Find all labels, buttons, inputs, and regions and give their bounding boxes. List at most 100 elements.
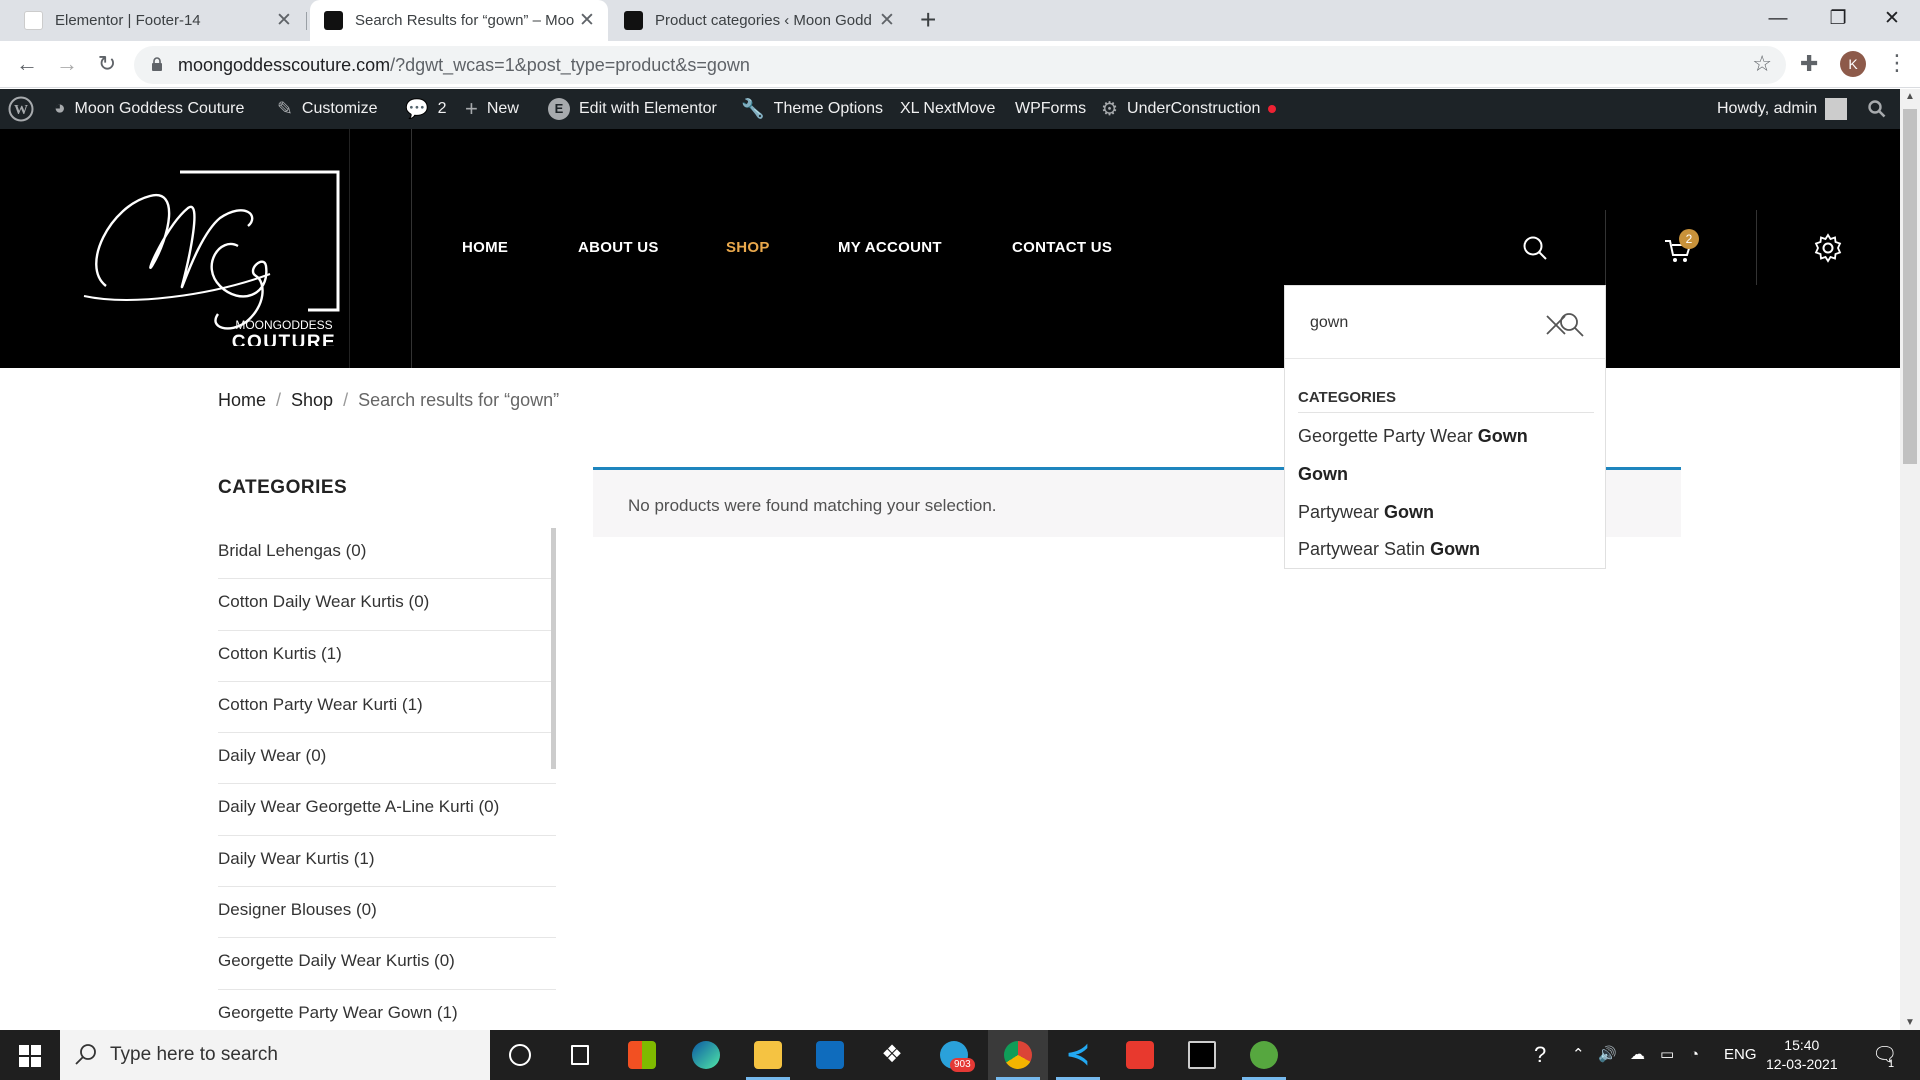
admin-search-button[interactable] [1868, 89, 1886, 129]
vscode-icon: ≺ [1065, 1038, 1091, 1071]
categories-heading: CATEGORIES [218, 477, 348, 498]
tab-product-categories[interactable]: Product categories ‹ Moon Godd ✕ [610, 0, 908, 41]
close-tab-icon[interactable]: ✕ [874, 9, 900, 32]
bookmark-star-icon[interactable]: ☆ [1752, 51, 1772, 77]
search-input[interactable]: gown [1285, 286, 1605, 359]
close-search-icon[interactable] [1545, 304, 1585, 340]
breadcrumb-current: Search results for “gown” [358, 390, 560, 410]
header-search-icon[interactable] [1522, 235, 1548, 261]
taskbar-chrome[interactable] [988, 1030, 1048, 1080]
suggestion-item[interactable]: Partywear Gown [1298, 502, 1434, 523]
nav-shop[interactable]: SHOP [726, 239, 770, 256]
taskbar-dropbox[interactable]: ❖ [864, 1030, 920, 1080]
search-query: gown [1310, 314, 1349, 331]
category-item[interactable]: Cotton Kurtis (1) [218, 631, 556, 682]
category-item[interactable]: Daily Wear Georgette A-Line Kurti (0) [218, 784, 556, 836]
site-name-label: Moon Goddess Couture [74, 100, 245, 117]
taskbar-clock[interactable]: 15:40 12-03-2021 [1766, 1036, 1838, 1074]
address-bar[interactable]: moongoddesscouture.com/?dgwt_wcas=1&post… [134, 46, 1786, 84]
close-tab-icon[interactable]: ✕ [271, 9, 297, 32]
notification-center-icon[interactable]: 🗨 [1872, 1030, 1897, 1080]
help-icon[interactable]: ? [1534, 1030, 1546, 1080]
nav-home[interactable]: HOME [462, 239, 508, 256]
taskbar-telegram[interactable]: 903 [926, 1030, 982, 1080]
suggestion-item[interactable]: Gown [1298, 464, 1348, 485]
category-item[interactable]: Bridal Lehengas (0) [218, 528, 556, 580]
suggestion-item[interactable]: Georgette Party Wear Gown [1298, 426, 1528, 447]
nav-about-us[interactable]: ABOUT US [578, 239, 659, 256]
taskbar-vscode[interactable]: ≺ [1050, 1030, 1106, 1080]
close-window-button[interactable]: ✕ [1862, 0, 1920, 41]
scroll-down-arrow-icon[interactable]: ▼ [1900, 1017, 1920, 1028]
breadcrumb-home[interactable]: Home [218, 390, 266, 410]
task-view-button[interactable] [552, 1030, 608, 1080]
under-construction-label: UnderConstruction [1127, 100, 1261, 117]
category-item[interactable]: Cotton Party Wear Kurti (1) [218, 682, 556, 734]
nav-contact-us[interactable]: CONTACT US [1012, 239, 1112, 256]
wifi-icon[interactable]: ◔ [1690, 1030, 1699, 1080]
howdy-admin-menu[interactable]: Howdy, admin [1717, 89, 1848, 129]
back-button[interactable]: ← [12, 49, 42, 79]
categories-scrollbar[interactable] [551, 528, 556, 769]
header-divider [411, 129, 412, 368]
scrollbar-thumb[interactable] [1903, 109, 1917, 464]
forward-button[interactable]: → [52, 49, 82, 79]
show-hidden-icons-chevron-up-icon[interactable]: ⌃ [1572, 1030, 1585, 1080]
wpforms-link[interactable]: WPForms [1015, 89, 1086, 129]
taskbar-utorrent[interactable] [1236, 1030, 1292, 1080]
taskbar-search-box[interactable]: Type here to search [60, 1030, 490, 1080]
taskbar-store[interactable] [614, 1030, 670, 1080]
site-logo[interactable]: MOONGODDESS COUTURE [70, 146, 350, 353]
taskbar-mail[interactable] [802, 1030, 858, 1080]
search-icon [1868, 100, 1886, 118]
cortana-button[interactable] [492, 1030, 548, 1080]
taskbar-search-placeholder: Type here to search [110, 1044, 278, 1065]
minimize-button[interactable]: — [1748, 0, 1808, 41]
taskbar-anydesk[interactable] [1112, 1030, 1168, 1080]
xl-nextmove-link[interactable]: XL NextMove [900, 89, 995, 129]
comments-link[interactable]: 💬 2 [405, 89, 447, 129]
under-construction-link[interactable]: ⚙ UnderConstruction [1101, 89, 1277, 129]
onedrive-cloud-icon[interactable]: ☁ [1630, 1030, 1645, 1080]
input-language[interactable]: ENG [1724, 1030, 1757, 1080]
profile-avatar[interactable]: K [1840, 51, 1866, 77]
suggestions-heading: CATEGORIES [1298, 389, 1594, 413]
new-tab-button[interactable]: + [920, 4, 936, 36]
close-tab-icon[interactable]: ✕ [574, 9, 600, 32]
new-content-link[interactable]: + New [465, 89, 519, 129]
comment-icon: 💬 [405, 99, 429, 120]
customize-link[interactable]: ✎ Customize [277, 89, 378, 129]
tab-separator [306, 12, 307, 30]
settings-gear-icon[interactable] [1813, 233, 1843, 263]
scroll-up-arrow-icon[interactable]: ▲ [1900, 91, 1920, 102]
battery-icon[interactable]: ▭ [1660, 1030, 1674, 1080]
task-view-icon [571, 1045, 589, 1065]
breadcrumb: Home / Shop / Search results for “gown” [218, 390, 560, 410]
tab-search-results[interactable]: Search Results for “gown” – Moo ✕ [310, 0, 608, 41]
category-item[interactable]: Georgette Daily Wear Kurtis (0) [218, 938, 556, 990]
tab-elementor-footer[interactable]: Elementor | Footer-14 ✕ [0, 0, 305, 41]
windows-start-icon[interactable] [19, 1045, 41, 1067]
theme-options-link[interactable]: 🔧 Theme Options [741, 89, 883, 129]
volume-icon[interactable]: 🔊 [1598, 1030, 1617, 1080]
mail-icon [816, 1041, 844, 1069]
page-scrollbar[interactable]: ▲ ▼ [1900, 89, 1920, 1030]
wpforms-label: WPForms [1015, 100, 1087, 117]
category-item[interactable]: Daily Wear (0) [218, 733, 556, 785]
taskbar-edge[interactable] [678, 1030, 734, 1080]
site-name-link[interactable]: ◕ Moon Goddess Couture [54, 89, 244, 129]
edit-with-elementor-link[interactable]: E Edit with Elementor [548, 89, 717, 129]
taskbar-terminal[interactable] [1174, 1030, 1230, 1080]
taskbar-file-explorer[interactable] [740, 1030, 796, 1080]
browser-menu-icon[interactable]: ⋮ [1886, 50, 1908, 76]
category-item[interactable]: Designer Blouses (0) [218, 887, 556, 939]
category-item[interactable]: Cotton Daily Wear Kurtis (0) [218, 579, 556, 631]
wordpress-logo[interactable]: W [8, 89, 34, 129]
nav-my-account[interactable]: MY ACCOUNT [838, 239, 942, 256]
extensions-icon[interactable]: ✚ [1800, 51, 1818, 77]
restore-button[interactable]: ❐ [1808, 0, 1868, 41]
category-item[interactable]: Daily Wear Kurtis (1) [218, 836, 556, 888]
suggestion-item[interactable]: Partywear Satin Gown [1298, 539, 1480, 560]
reload-button[interactable]: ↻ [92, 49, 122, 79]
breadcrumb-shop[interactable]: Shop [291, 390, 333, 410]
